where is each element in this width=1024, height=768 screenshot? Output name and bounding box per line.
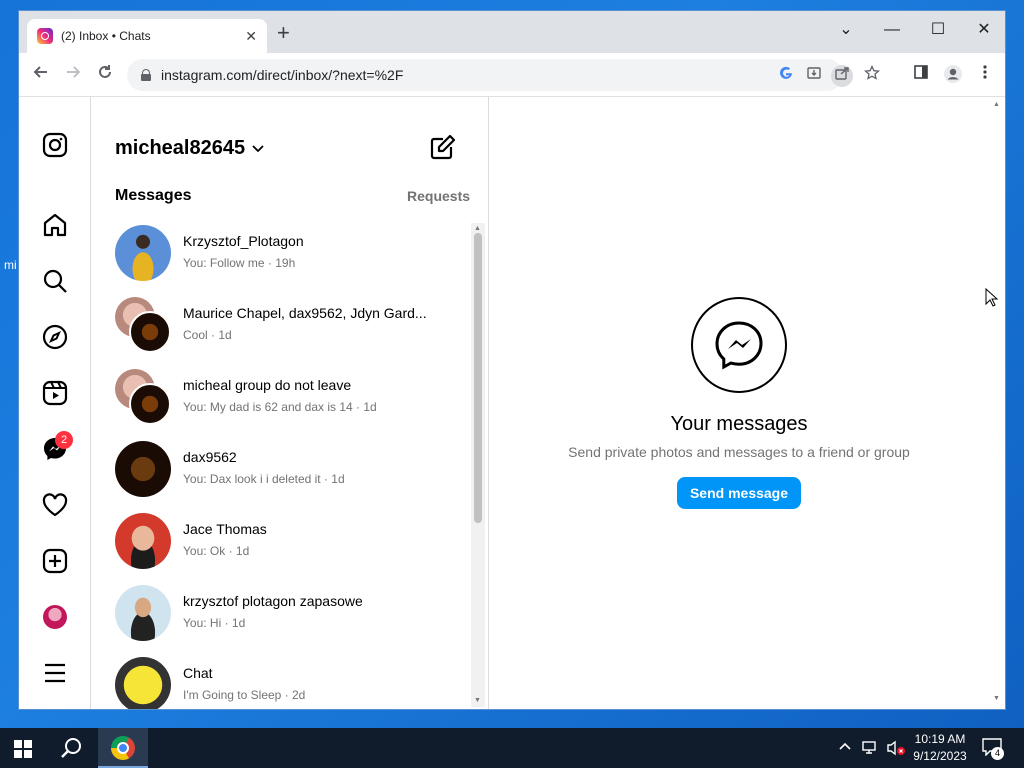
chat-item[interactable]: dax9562 You: Dax look i i deleted it · 1… [91, 437, 475, 509]
chrome-logo-icon [111, 736, 135, 760]
home-icon[interactable] [41, 211, 69, 239]
tab-strip: (2) Inbox • Chats ✕ + ⌄ — ☐ ✕ [19, 11, 1005, 53]
tab-close-icon[interactable]: ✕ [245, 28, 257, 45]
browser-toolbar: instagram.com/direct/inbox/?next=%2F [19, 53, 1005, 97]
chat-item[interactable]: Maurice Chapel, dax9562, Jdyn Gard... Co… [91, 293, 475, 365]
chat-preview: You: Follow me · 19h [183, 256, 296, 270]
chat-item[interactable]: Krzysztof_Plotagon You: Follow me · 19h [91, 221, 475, 293]
instagram-logo-icon[interactable] [41, 131, 69, 159]
chat-name: dax9562 [183, 449, 237, 465]
chat-name: Jace Thomas [183, 521, 267, 537]
messenger-unread-badge: 2 [55, 431, 73, 449]
empty-state-title: Your messages [670, 413, 808, 435]
more-menu-icon[interactable] [973, 64, 997, 84]
back-arrow-icon[interactable] [29, 63, 53, 86]
chat-preview: You: Ok · 1d [183, 544, 250, 558]
chat-avatar [115, 225, 171, 281]
share-icon[interactable] [831, 65, 853, 87]
scroll-down-arrow-icon[interactable]: ▼ [474, 697, 481, 705]
chat-avatar [115, 585, 171, 641]
mouse-cursor-icon [985, 287, 999, 308]
chat-item[interactable]: micheal group do not leave You: My dad i… [91, 365, 475, 437]
tray-overflow-chevron-icon[interactable] [838, 740, 852, 757]
chat-item[interactable]: Chat I'm Going to Sleep · 2d [91, 653, 475, 709]
chat-avatar [115, 657, 171, 709]
forward-arrow-icon[interactable] [61, 63, 85, 86]
address-bar[interactable]: instagram.com/direct/inbox/?next=%2F [127, 59, 880, 91]
search-icon[interactable] [41, 267, 69, 295]
instagram-favicon-icon [37, 28, 53, 44]
profile-avatar[interactable] [43, 605, 67, 629]
instagram-page: 2 micheal82645 Messages Requests Krzyszt… [19, 97, 1005, 709]
network-icon[interactable] [862, 740, 880, 759]
empty-state-subtitle: Send private photos and messages to a fr… [568, 444, 910, 460]
install-app-icon[interactable] [803, 65, 825, 87]
chrome-window: (2) Inbox • Chats ✕ + ⌄ — ☐ ✕ instagram.… [18, 10, 1006, 710]
chat-avatar [115, 441, 171, 497]
requests-link[interactable]: Requests [407, 188, 470, 204]
chat-name: Maurice Chapel, dax9562, Jdyn Gard... [183, 305, 427, 321]
chat-preview: You: Dax look i i deleted it · 1d [183, 472, 345, 486]
chat-item[interactable]: krzysztof plotagon zapasowe You: Hi · 1d [91, 581, 475, 653]
explore-compass-icon[interactable] [41, 323, 69, 351]
group-avatar [115, 297, 171, 353]
chevron-down-icon[interactable] [251, 141, 265, 158]
account-username[interactable]: micheal82645 [115, 137, 245, 160]
google-icon[interactable] [775, 65, 797, 87]
scroll-up-arrow-icon[interactable]: ▲ [474, 225, 481, 233]
tab-title: (2) Inbox • Chats [61, 29, 151, 43]
volume-muted-icon[interactable] [886, 740, 906, 759]
chat-preview: You: Hi · 1d [183, 616, 246, 630]
group-avatar-front [129, 311, 171, 353]
desktop-icon-label[interactable]: mi [4, 258, 17, 272]
group-avatar [115, 369, 171, 425]
side-panel-icon[interactable] [909, 64, 933, 84]
windows-taskbar: 10:19 AM 9/12/2023 4 [0, 728, 1024, 768]
create-plus-icon[interactable] [41, 547, 69, 575]
menu-hamburger-icon[interactable] [41, 659, 69, 687]
messages-heading: Messages [115, 187, 192, 204]
tab-instagram-inbox[interactable]: (2) Inbox • Chats ✕ [27, 19, 267, 53]
reels-icon[interactable] [41, 379, 69, 407]
chat-name: krzysztof plotagon zapasowe [183, 593, 363, 609]
clock-date[interactable]: 9/12/2023 [908, 749, 972, 763]
new-message-compose-icon[interactable] [429, 133, 457, 161]
page-scroll-up-icon[interactable]: ▲ [993, 101, 1000, 109]
bookmark-star-icon[interactable] [861, 64, 883, 87]
chat-item[interactable]: Jace Thomas You: Ok · 1d [91, 509, 475, 581]
chat-name: Krzysztof_Plotagon [183, 233, 304, 249]
reload-icon[interactable] [93, 63, 117, 86]
chat-preview: You: My dad is 62 and dax is 14 · 1d [183, 400, 377, 414]
scrollbar-thumb[interactable] [474, 233, 482, 523]
page-scrollbar[interactable]: ▲ ▼ [989, 97, 1005, 709]
profile-icon[interactable] [941, 64, 965, 88]
instagram-nav-rail: 2 [19, 97, 91, 709]
taskbar-chrome-button[interactable] [98, 728, 148, 768]
windows-start-icon[interactable] [14, 740, 32, 758]
url-text[interactable]: instagram.com/direct/inbox/?next=%2F [161, 67, 403, 83]
notifications-heart-icon[interactable] [41, 491, 69, 519]
maximize-button[interactable]: ☐ [915, 17, 961, 43]
chat-preview: Cool · 1d [183, 328, 232, 342]
chat-name: Chat [183, 665, 213, 681]
minimize-button[interactable]: — [869, 17, 915, 43]
chat-name: micheal group do not leave [183, 377, 352, 393]
messenger-circle-icon [691, 297, 787, 393]
notification-count-badge: 4 [991, 747, 1004, 760]
chat-avatar [115, 513, 171, 569]
conversation-panel: Your messages Send private photos and me… [489, 97, 1005, 709]
close-window-button[interactable]: ✕ [961, 17, 1007, 43]
lock-icon[interactable] [141, 69, 151, 81]
chat-preview: I'm Going to Sleep · 2d [183, 688, 306, 702]
chat-list: Krzysztof_Plotagon You: Follow me · 19h … [91, 221, 475, 709]
page-scroll-down-icon[interactable]: ▼ [993, 695, 1000, 703]
inbox-panel: micheal82645 Messages Requests Krzysztof… [91, 97, 489, 709]
taskbar-search-icon[interactable] [60, 736, 84, 760]
chat-list-scrollbar[interactable]: ▲ ▼ [471, 223, 485, 707]
clock-time[interactable]: 10:19 AM [908, 732, 972, 746]
send-message-button[interactable]: Send message [677, 477, 801, 509]
tab-search-button[interactable]: ⌄ [823, 17, 869, 43]
new-tab-button[interactable]: + [277, 22, 290, 44]
group-avatar-front [129, 383, 171, 425]
